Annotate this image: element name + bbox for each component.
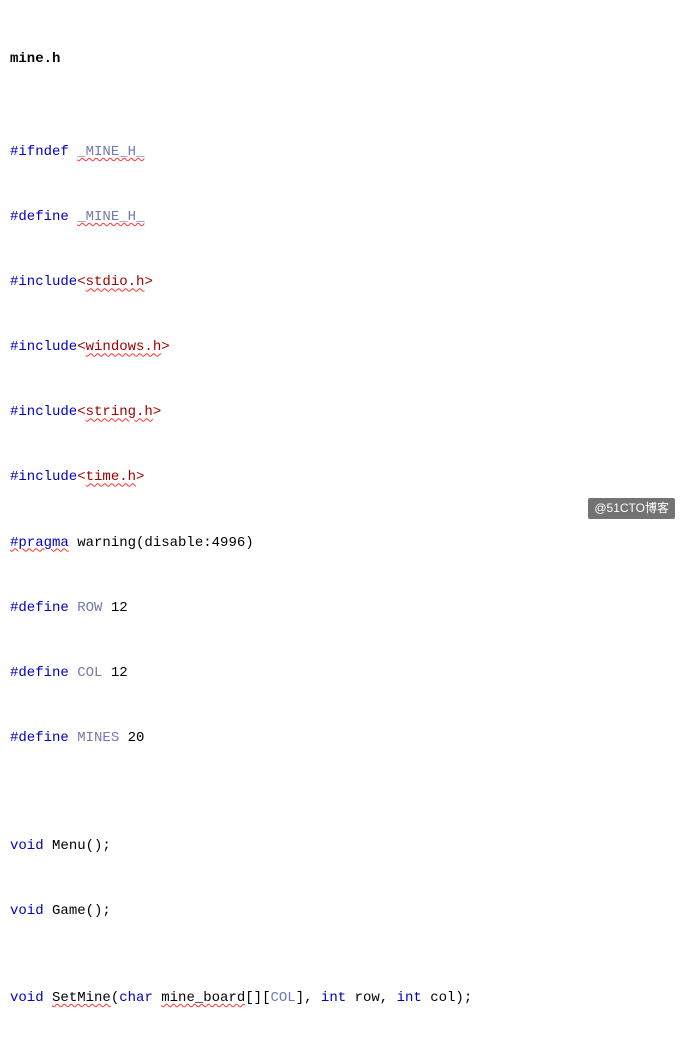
code-line: #include<windows.h> (10, 337, 671, 359)
code-line: void Menu(); (10, 836, 671, 858)
param: row (355, 990, 380, 1006)
macro-name: _MINE_H_ (77, 209, 144, 225)
kw-void: void (10, 838, 44, 854)
directive-define: #define (10, 209, 69, 225)
rparen: ); (455, 990, 472, 1006)
code-line: #pragma warning(disable:4996) (10, 533, 671, 555)
macro-name: MINES (77, 730, 119, 746)
kw-void: void (10, 990, 44, 1006)
code-line: #ifndef _MINE_H_ (10, 142, 671, 164)
comma: , (380, 990, 397, 1006)
angle-open: < (77, 404, 85, 420)
angle-open: < (77, 339, 85, 355)
macro-value: 12 (111, 600, 128, 616)
kw-int: int (397, 990, 422, 1006)
macro-value: 12 (111, 665, 128, 681)
lparen: ( (111, 990, 119, 1006)
sig: (); (86, 838, 111, 854)
code-line: #include<time.h> (10, 467, 671, 489)
angle-close: > (161, 339, 169, 355)
directive-pragma: #pragma (10, 535, 69, 551)
angle-open: < (77, 274, 85, 290)
header-file: windows.h (86, 339, 162, 355)
fn-game: Game (52, 903, 86, 919)
filename-label: mine.h (10, 49, 671, 71)
angle-close: > (144, 274, 152, 290)
param: mine_board (161, 990, 245, 1006)
col-macro: COL (270, 990, 295, 1006)
directive-ifndef: #ifndef (10, 144, 69, 160)
macro-value: 20 (128, 730, 145, 746)
pragma-args: warning(disable:4996) (69, 535, 254, 551)
fn-setmine: SetMine (52, 990, 111, 1006)
directive-define: #define (10, 665, 69, 681)
header-file: time.h (86, 469, 136, 485)
watermark-label: @51CTO博客 (588, 498, 675, 519)
kw-void: void (10, 903, 44, 919)
macro-name: _MINE_H_ (77, 144, 144, 160)
directive-include: #include (10, 469, 77, 485)
header-file: stdio.h (86, 274, 145, 290)
code-line: #define COL 12 (10, 663, 671, 685)
code-editor: mine.h #ifndef _MINE_H_ #define _MINE_H_… (0, 0, 681, 1046)
arr-close: ], (296, 990, 321, 1006)
angle-close: > (153, 404, 161, 420)
angle-close: > (136, 469, 144, 485)
angle-open: < (77, 469, 85, 485)
code-line: #define _MINE_H_ (10, 207, 671, 229)
header-file: string.h (86, 404, 153, 420)
macro-name: COL (77, 665, 102, 681)
directive-define: #define (10, 600, 69, 616)
code-line: #define ROW 12 (10, 598, 671, 620)
code-line: #include<string.h> (10, 402, 671, 424)
kw-int: int (321, 990, 346, 1006)
directive-include: #include (10, 274, 77, 290)
fn-menu: Menu (52, 838, 86, 854)
directive-define: #define (10, 730, 69, 746)
directive-include: #include (10, 404, 77, 420)
code-line: #include<stdio.h> (10, 272, 671, 294)
code-line: #define MINES 20 (10, 728, 671, 750)
kw-char: char (119, 990, 153, 1006)
param: col (430, 990, 455, 1006)
code-line: void SetMine(char mine_board[][COL], int… (10, 988, 671, 1010)
macro-name: ROW (77, 600, 102, 616)
arr: [][ (245, 990, 270, 1006)
code-line: void Game(); (10, 901, 671, 923)
directive-include: #include (10, 339, 77, 355)
sig: (); (86, 903, 111, 919)
